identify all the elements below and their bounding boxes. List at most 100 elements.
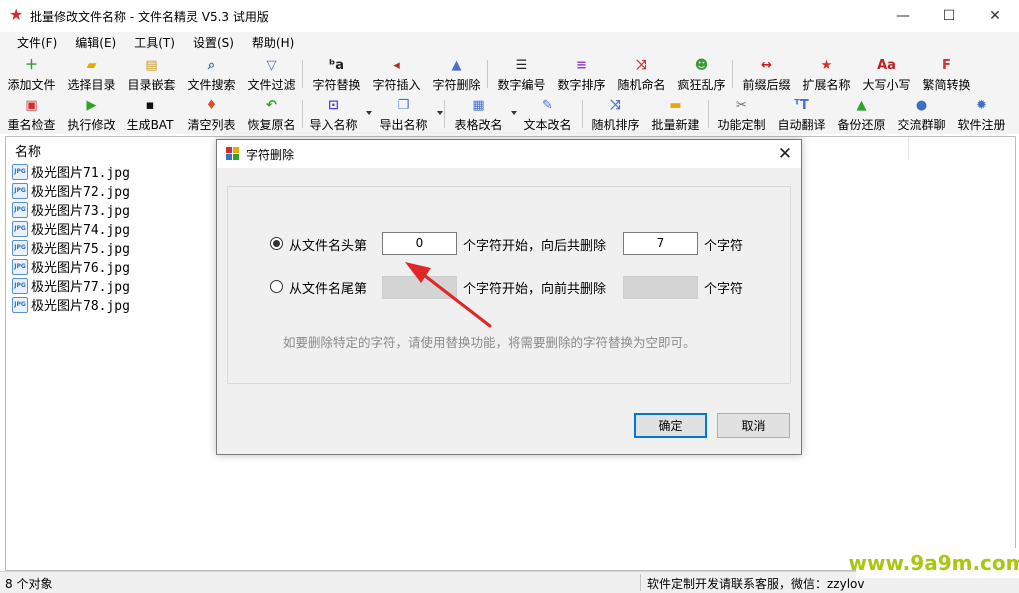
toolbar2-button-2[interactable]: ▪ 生成BAT (124, 94, 176, 134)
clear-list-icon: ♦ (205, 98, 218, 113)
toolbar2-label: 备份还原 (837, 118, 886, 132)
file-list-item[interactable]: JPG 极光图片73.jpg (12, 200, 130, 219)
menu-tools[interactable]: 工具(T) (125, 32, 184, 54)
file-name: 极光图片76.jpg (31, 261, 130, 276)
file-list-item[interactable]: JPG 极光图片72.jpg (12, 181, 130, 200)
toolbar2-button-4[interactable]: ↶ 恢复原名 (244, 94, 299, 134)
toolbar1-label: 字符替换 (312, 78, 361, 92)
status-object-count: 8 个对象 (5, 577, 53, 591)
toolbar2-button-1[interactable]: ▶ 执行修改 (64, 94, 119, 134)
file-name: 极光图片78.jpg (31, 299, 130, 314)
head-count-input[interactable]: 7 (623, 232, 698, 255)
option-head-label: 从文件名头第 (289, 239, 368, 254)
toolbar1-button-2[interactable]: ▤ 目录嵌套 (124, 54, 179, 94)
maximize-button[interactable]: ☐ (926, 0, 972, 32)
toolbar2-button-7[interactable]: ▦ 表格改名 (451, 94, 506, 134)
toolbar2-button-11[interactable]: ✂ 功能定制 (714, 94, 769, 134)
export-icon: ❐ (397, 98, 410, 113)
toolbar1-label: 文件搜索 (187, 78, 236, 92)
chat-icon: ● (915, 98, 928, 113)
head-start-input[interactable]: 0 (382, 232, 457, 255)
radio-from-head[interactable] (270, 237, 283, 250)
toolbar1-button-14[interactable]: Aa 大写小写 (859, 54, 914, 94)
toolbar1-label: 文件过滤 (247, 78, 296, 92)
close-button[interactable]: ✕ (972, 0, 1018, 32)
new-folder-icon: ▬ (669, 98, 682, 113)
toolbar2-button-5[interactable]: ⊡ 导入名称 (306, 94, 361, 134)
file-list-item[interactable]: JPG 极光图片76.jpg (12, 257, 130, 276)
window-title: 批量修改文件名称 - 文件名精灵 V5.3 试用版 (30, 10, 269, 24)
column-divider[interactable] (908, 137, 909, 160)
toolbar2-button-10[interactable]: ▬ 批量新建 (648, 94, 703, 134)
file-list-item[interactable]: JPG 极光图片71.jpg (12, 162, 130, 181)
file-name: 极光图片77.jpg (31, 280, 130, 295)
dialog-title: 字符删除 (246, 148, 295, 162)
file-list-item[interactable]: JPG 极光图片74.jpg (12, 219, 130, 238)
cancel-button[interactable]: 取消 (717, 413, 790, 438)
toolbar2-button-12[interactable]: ᵀT 自动翻译 (774, 94, 829, 134)
toolbar1-label: 前缀后缀 (742, 78, 791, 92)
menu-help[interactable]: 帮助(H) (243, 32, 303, 54)
file-list-item[interactable]: JPG 极光图片75.jpg (12, 238, 130, 257)
toolbar2-label: 生成BAT (126, 118, 174, 132)
toolbar1-button-5[interactable]: ᵇa 字符替换 (309, 54, 364, 94)
prefix-suffix-icon: ↔ (761, 58, 772, 73)
toolbar1-button-13[interactable]: ★ 扩展名称 (799, 54, 854, 94)
options-group: 从文件名头第 0 个字符开始，向后共删除 7 个字符 从文件名尾第 个字符开始，… (227, 186, 791, 384)
toolbar1-button-3[interactable]: ⌕ 文件搜索 (184, 54, 239, 94)
tail-start-input[interactable] (382, 276, 457, 299)
toolbar1-button-11[interactable]: ☻ 疯狂乱序 (674, 54, 729, 94)
toolbar1-button-4[interactable]: ▽ 文件过滤 (244, 54, 299, 94)
toolbar1-label: 繁简转换 (922, 78, 971, 92)
filter-icon: ▽ (266, 58, 277, 73)
column-header-name[interactable]: 名称 (15, 141, 41, 160)
status-divider (640, 574, 641, 591)
toolbar1-button-10[interactable]: ⤨ 随机命名 (614, 54, 669, 94)
toolbar1-label: 大写小写 (862, 78, 911, 92)
ok-button[interactable]: 确定 (634, 413, 707, 438)
toolbar1-button-6[interactable]: ◂ 字符插入 (369, 54, 424, 94)
dialog-app-icon (226, 147, 240, 161)
dialog-close-icon[interactable]: ✕ (773, 142, 797, 166)
file-list-item[interactable]: JPG 极光图片78.jpg (12, 295, 130, 314)
dropdown-arrow-icon[interactable] (437, 111, 443, 115)
dialog-title-bar: 字符删除 ✕ (217, 140, 801, 168)
terminal-icon: ▪ (145, 98, 155, 113)
menu-edit[interactable]: 编辑(E) (66, 32, 125, 54)
toolbar2-label: 软件注册 (957, 118, 1006, 132)
table-icon: ▦ (472, 98, 485, 113)
file-name: 极光图片72.jpg (31, 185, 130, 200)
tail-count-input[interactable] (623, 276, 698, 299)
dropdown-arrow-icon[interactable] (511, 111, 517, 115)
toolbar2-button-9[interactable]: ⤨ 随机排序 (588, 94, 643, 134)
toolbar2-label: 交流群聊 (897, 118, 946, 132)
toolbar2-label: 重名检查 (7, 118, 56, 132)
jpg-file-icon: JPG (12, 296, 28, 313)
menu-settings[interactable]: 设置(S) (184, 32, 243, 54)
radio-from-tail[interactable] (270, 280, 283, 293)
toolbar1-label: 数字排序 (557, 78, 606, 92)
toolbar-separator (732, 60, 733, 88)
toolbar1-button-7[interactable]: ▲ 字符删除 (429, 54, 484, 94)
toolbar1-button-0[interactable]: ＋ 添加文件 (4, 54, 59, 94)
toolbar1-button-12[interactable]: ↔ 前缀后缀 (739, 54, 794, 94)
toolbar2-button-6[interactable]: ❐ 导出名称 (376, 94, 431, 134)
file-list-item[interactable]: JPG 极光图片77.jpg (12, 276, 130, 295)
jpg-file-icon: JPG (12, 277, 28, 294)
toolbar2-button-0[interactable]: ▣ 重名检查 (4, 94, 59, 134)
toolbar2-button-15[interactable]: ✹ 软件注册 (954, 94, 1009, 134)
option-tail-end-text: 个字符 (704, 282, 744, 297)
toolbar1-button-9[interactable]: ≡ 数字排序 (554, 54, 609, 94)
toolbar2-button-13[interactable]: ▲ 备份还原 (834, 94, 889, 134)
menu-file[interactable]: 文件(F) (8, 32, 66, 54)
jpg-file-icon: JPG (12, 258, 28, 275)
toolbar1-button-1[interactable]: ▰ 选择目录 (64, 54, 119, 94)
toolbar2-button-8[interactable]: ✎ 文本改名 (520, 94, 575, 134)
dropdown-arrow-icon[interactable] (366, 111, 372, 115)
toolbar2-button-3[interactable]: ♦ 清空列表 (184, 94, 239, 134)
search-icon: ⌕ (207, 58, 216, 73)
toolbar1-button-15[interactable]: F 繁简转换 (919, 54, 974, 94)
toolbar1-button-8[interactable]: ☰ 数字编号 (494, 54, 549, 94)
toolbar2-button-14[interactable]: ● 交流群聊 (894, 94, 949, 134)
minimize-button[interactable]: — (880, 0, 926, 32)
